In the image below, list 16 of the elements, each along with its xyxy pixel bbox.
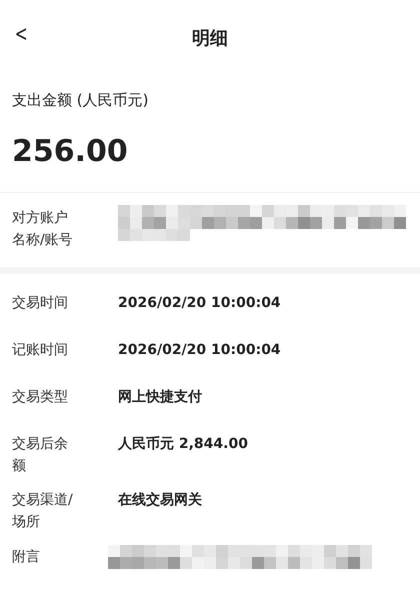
field-label: 交易类型 <box>12 388 69 407</box>
field-value: 在线交易网关 <box>118 490 202 510</box>
field-label: 交易后余额 <box>12 435 69 476</box>
field-label: 交易渠道/场所 <box>12 491 74 532</box>
field-value: 人民币元 2,844.00 <box>118 435 248 454</box>
field-label: 交易时间 <box>12 294 69 313</box>
amount-value: 256.00 <box>12 134 129 170</box>
field-value: 2026/02/20 10:00:04 <box>118 341 281 360</box>
back-button[interactable]: < <box>14 22 28 47</box>
field-label: 对方账户名称/账号 <box>12 209 74 250</box>
page-title: 明细 <box>192 27 228 50</box>
field-value: 2026/02/20 10:00:04 <box>118 294 281 313</box>
field-label: 记账时间 <box>12 341 69 360</box>
field-label: 附言 <box>12 548 41 566</box>
field-value: 网上快捷支付 <box>118 388 202 407</box>
amount-label: 支出金额 (人民币元) <box>12 90 150 111</box>
